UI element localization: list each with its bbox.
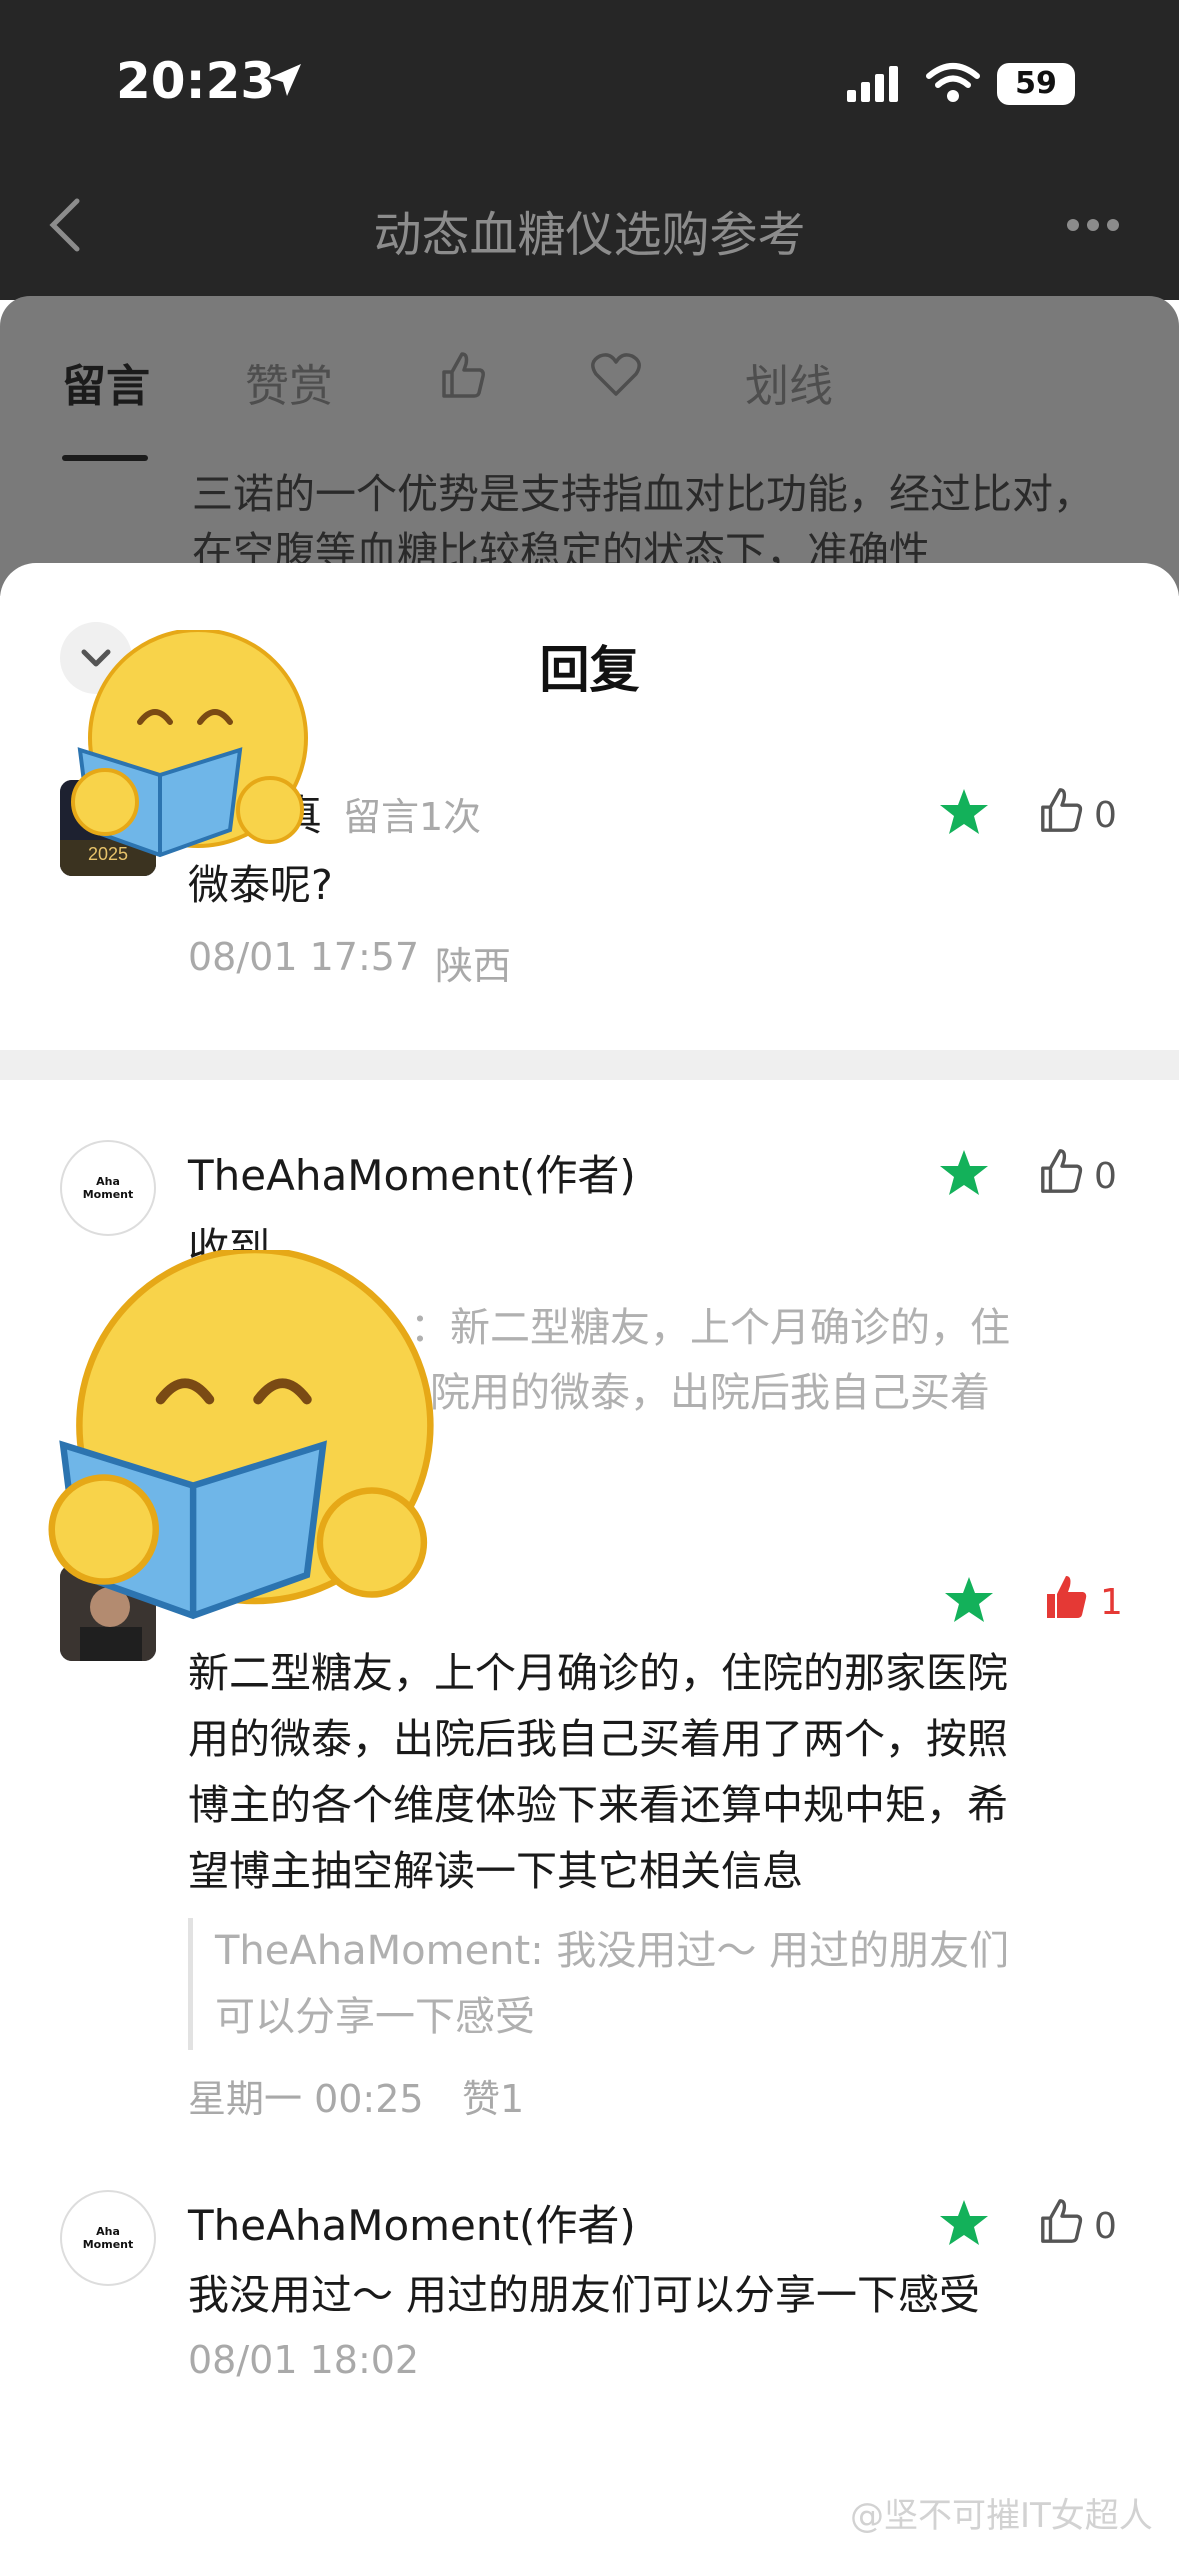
author-avatar[interactable]: Aha Moment (60, 1140, 156, 1236)
reply-text-line: 新二型糖友，上个月确诊的，住院的那家医院 (188, 1649, 1008, 1697)
reply-quote-line: 院用的微泰，出院后我自己买着 (430, 1370, 990, 1416)
reply-body: 新二型糖友，上个月确诊的，住院的那家医院 用的微泰，出院后我自己买着用了两个，按… (188, 1640, 1128, 1904)
quoted-reply-line: TheAhaMoment: 我没用过～ 用过的朋友们 (215, 1928, 1010, 1974)
star-icon[interactable] (938, 1148, 990, 1198)
star-icon[interactable] (938, 787, 990, 837)
active-tab-indicator (62, 455, 148, 461)
reply-text-line: 博主的各个维度体验下来看还算中规中矩，希 (188, 1781, 1008, 1829)
reply-text-line: 望博主抽空解读一下其它相关信息 (188, 1847, 803, 1895)
more-options-icon[interactable] (1063, 215, 1123, 235)
status-time: 20:23 (116, 52, 276, 110)
avatar-text-bottom: Moment (82, 1188, 134, 1201)
star-icon[interactable] (938, 2198, 990, 2248)
thumbs-up-icon[interactable] (1038, 2196, 1086, 2246)
quoted-reply: TheAhaMoment: 我没用过～ 用过的朋友们 可以分享一下感受 (188, 1918, 1088, 2050)
avatar-text-top: Aha (96, 2225, 120, 2238)
reply-time: 08/01 18:02 (188, 2338, 420, 2382)
like-count: 0 (1094, 1156, 1117, 1197)
battery-indicator: 59 (997, 63, 1075, 105)
author-name[interactable]: TheAhaMoment(作者) (188, 2192, 636, 2253)
like-count: 0 (1094, 2206, 1117, 2247)
location-arrow-icon (269, 64, 301, 96)
comment-count-badge: 留言1次 (343, 795, 482, 839)
main-comment-time: 08/01 17:57 (188, 935, 420, 979)
thumbs-up-icon[interactable] (1038, 785, 1086, 835)
tab-rewards[interactable]: 赞赏 (245, 350, 333, 414)
main-comment-location: 陕西 (435, 944, 512, 988)
thumbs-up-filled-icon[interactable] (1042, 1572, 1092, 1622)
author-name[interactable]: TheAhaMoment(作者) (188, 1142, 636, 1203)
reply-time: 星期一 00:25 (188, 2077, 424, 2121)
thumbs-up-icon[interactable] (1038, 1146, 1086, 1196)
reply-like-label: 赞1 (462, 2077, 525, 2121)
reply-text: 我没用过～ 用过的朋友们可以分享一下感受 (188, 2271, 981, 2319)
like-count: 0 (1094, 795, 1117, 836)
watermark: @坚不可摧IT女超人 (850, 2496, 1153, 2536)
reply-quote-line: ：新二型糖友，上个月确诊的，住 (410, 1305, 1010, 1351)
tab-highlights[interactable]: 划线 (745, 350, 833, 414)
quoted-reply-line: 可以分享一下感受 (215, 1994, 535, 2040)
like-count: 1 (1100, 1582, 1123, 1623)
signal-icon (847, 66, 898, 102)
author-avatar[interactable]: Aha Moment (60, 2190, 156, 2286)
wifi-icon (926, 63, 980, 102)
star-icon[interactable] (943, 1575, 995, 1625)
reading-emoji-sticker (71, 630, 308, 858)
reading-emoji-sticker (48, 1250, 434, 1620)
page-title: 动态血糖仪选购参考 (373, 207, 806, 263)
tab-comments[interactable]: 留言 (62, 350, 150, 414)
section-divider (0, 1050, 1179, 1080)
avatar-text-top: Aha (96, 1175, 120, 1188)
reply-text-line: 用的微泰，出院后我自己买着用了两个，按照 (188, 1715, 1008, 1763)
thumbs-up-tab-icon[interactable] (438, 350, 488, 400)
avatar-text-bottom: Moment (82, 2238, 134, 2251)
heart-tab-icon[interactable] (590, 352, 642, 398)
